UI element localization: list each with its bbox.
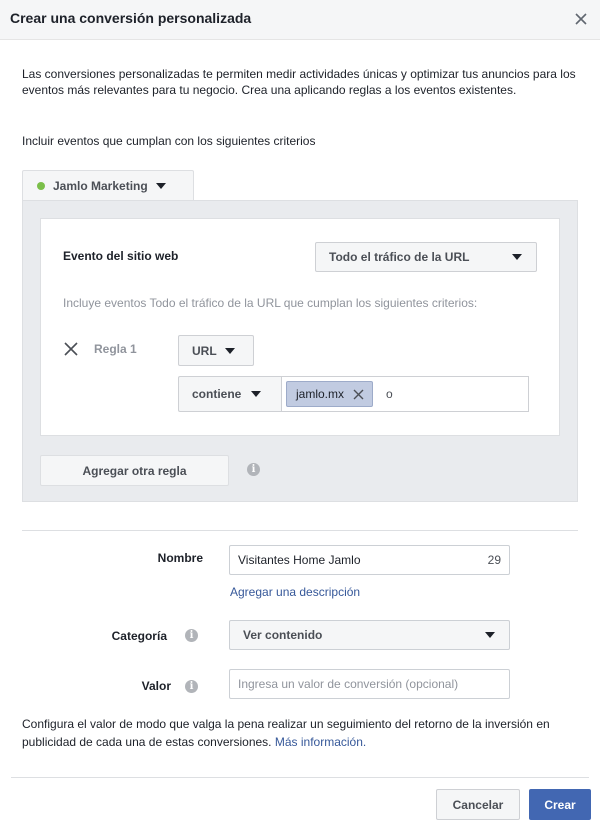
dialog-header: Crear una conversión personalizada (0, 0, 600, 40)
value-footnote: Configura el valor de modo que valga la … (22, 715, 582, 751)
status-dot-icon (37, 181, 45, 190)
close-button[interactable] (570, 8, 592, 30)
caret-down-icon (251, 391, 262, 397)
rule-value-typed-text: o (386, 387, 393, 401)
value-token-label: jamlo.mx (296, 387, 345, 401)
more-info-link[interactable]: Más información. (275, 735, 366, 749)
rule-label: Regla 1 (94, 342, 137, 356)
create-button[interactable]: Crear (529, 789, 591, 820)
info-icon[interactable]: i (247, 463, 260, 476)
cancel-button[interactable]: Cancelar (436, 789, 520, 820)
name-input[interactable]: Visitantes Home Jamlo 29 (229, 545, 510, 575)
close-icon[interactable] (575, 13, 587, 25)
rule-operator-dropdown[interactable]: contiene (178, 376, 282, 412)
dialog-title: Crear una conversión personalizada (10, 10, 252, 26)
intro-text: Las conversiones personalizadas te permi… (22, 67, 576, 97)
rule-field-label: URL (192, 343, 217, 358)
category-label: Categoría (111, 629, 167, 643)
criteria-label: Incluir eventos que cumplan con los sigu… (22, 134, 316, 148)
rule-operator-label: contiene (192, 387, 242, 401)
category-dropdown[interactable]: Ver contenido (229, 620, 510, 650)
rule-info-text: Incluye eventos Todo el tráfico de la UR… (63, 296, 478, 310)
value-token: jamlo.mx (286, 381, 374, 407)
event-type-dropdown[interactable]: Todo el tráfico de la URL (315, 242, 537, 272)
value-input-placeholder: Ingresa un valor de conversión (opcional… (238, 677, 459, 691)
caret-down-icon (224, 347, 235, 354)
remove-rule-icon[interactable] (63, 341, 79, 357)
add-description-link[interactable]: Agregar una descripción (230, 585, 360, 599)
name-label: Nombre (157, 551, 203, 565)
name-input-value: Visitantes Home Jamlo (238, 553, 361, 567)
custom-conversion-dialog: Crear una conversión personalizada Las c… (0, 0, 600, 832)
event-label: Evento del sitio web (63, 249, 179, 263)
name-char-count: 29 (487, 553, 501, 567)
caret-down-icon (485, 632, 495, 638)
value-label: Valor (141, 679, 171, 693)
source-dropdown[interactable]: Jamlo Marketing (22, 170, 194, 200)
value-input[interactable]: Ingresa un valor de conversión (opcional… (229, 669, 510, 699)
rule-value-input[interactable]: jamlo.mx o (281, 376, 529, 412)
caret-down-icon (155, 182, 166, 189)
caret-down-icon (512, 254, 522, 260)
source-dropdown-label: Jamlo Marketing (53, 178, 148, 193)
rule-field-dropdown[interactable]: URL (178, 335, 254, 366)
divider (22, 530, 578, 531)
info-icon[interactable]: i (185, 629, 198, 642)
info-icon[interactable]: i (185, 680, 198, 693)
category-dropdown-value: Ver contenido (243, 628, 323, 642)
remove-token-icon[interactable] (353, 389, 364, 400)
footer-divider (11, 777, 589, 778)
event-type-label: Todo el tráfico de la URL (329, 250, 470, 264)
add-rule-button[interactable]: Agregar otra regla (40, 455, 229, 486)
